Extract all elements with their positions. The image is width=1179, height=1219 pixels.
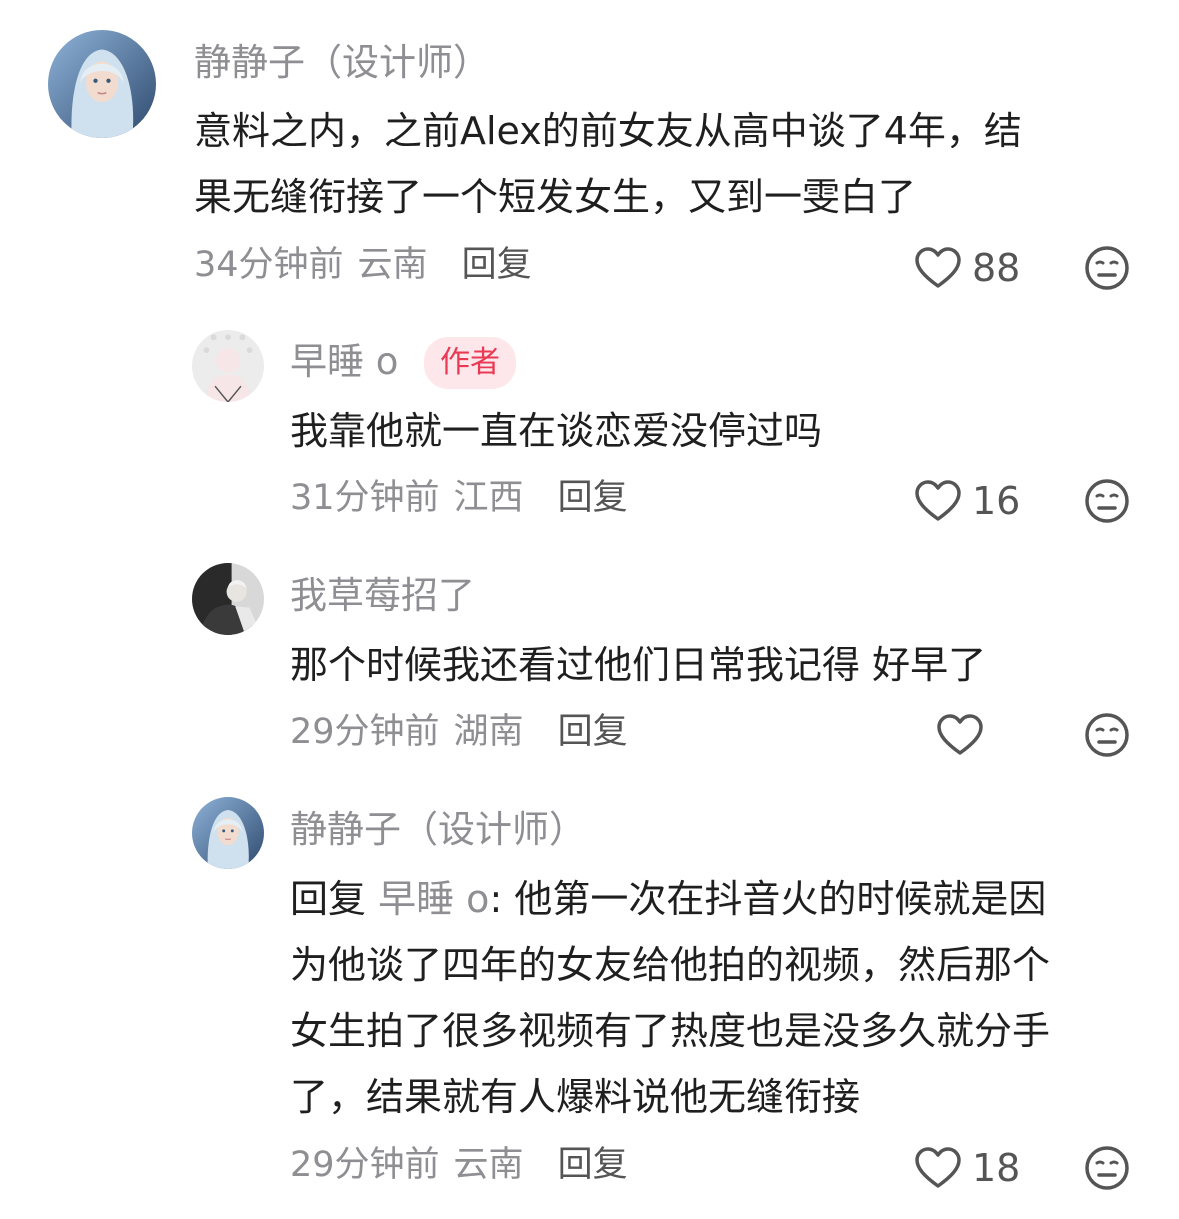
comment-line: 回复 早睡 o: 他第一次在抖音火的时候就是因 bbox=[290, 866, 1150, 932]
heart-outline-icon bbox=[937, 714, 983, 755]
like-button[interactable]: 88 bbox=[914, 243, 1020, 293]
heart-outline-icon bbox=[915, 247, 961, 288]
like-button[interactable]: 16 bbox=[914, 476, 1020, 526]
timestamp: 34分钟前 bbox=[194, 245, 344, 285]
reply-button[interactable]: 回复 bbox=[462, 245, 532, 285]
comment-line: 了，结果就有人爆料说他无缝衔接 bbox=[290, 1075, 861, 1119]
like-button[interactable] bbox=[936, 710, 994, 760]
dislike-button[interactable] bbox=[1084, 245, 1130, 291]
meh-face-icon bbox=[1085, 479, 1129, 523]
comment-line: 意料之内，之前Alex的前女友从高中谈了4年，结 bbox=[194, 109, 1022, 153]
avatar[interactable] bbox=[48, 30, 156, 138]
comment-line: 女生拍了很多视频有了热度也是没多久就分手 bbox=[290, 1009, 1051, 1053]
comment-line: 果无缝衔接了一个短发女生，又到一雯白了 bbox=[194, 175, 917, 219]
like-count: 88 bbox=[972, 246, 1021, 290]
meh-face-icon bbox=[1085, 713, 1129, 757]
comment-line: 那个时候我还看过他们日常我记得 好早了 bbox=[290, 643, 987, 687]
comment-meta: 29分钟前 云南 回复 bbox=[290, 1148, 628, 1183]
heart-outline-icon bbox=[915, 1147, 961, 1188]
meh-face-icon bbox=[1085, 1146, 1129, 1190]
comment-text: 那个时候我还看过他们日常我记得 好早了 bbox=[290, 632, 1140, 698]
username[interactable]: 静静子（设计师） bbox=[290, 811, 586, 848]
avatar[interactable] bbox=[192, 563, 264, 635]
comment-meta: 31分钟前 江西 回复 bbox=[290, 481, 628, 516]
author-badge: 作者 bbox=[424, 337, 516, 389]
comment-meta: 29分钟前 湖南 回复 bbox=[290, 715, 628, 750]
location: 湖南 bbox=[453, 712, 524, 752]
avatar[interactable] bbox=[192, 330, 264, 402]
reply-button[interactable]: 回复 bbox=[558, 712, 628, 752]
timestamp: 31分钟前 bbox=[290, 478, 440, 518]
location: 江西 bbox=[453, 478, 524, 518]
comment-text: 回复 早睡 o: 他第一次在抖音火的时候就是因 为他谈了四年的女友给他拍的视频，… bbox=[290, 866, 1150, 1130]
comment-text: 意料之内，之前Alex的前女友从高中谈了4年，结 果无缝衔接了一个短发女生，又到… bbox=[194, 98, 1134, 230]
like-button[interactable]: 18 bbox=[914, 1143, 1020, 1193]
username[interactable]: 我草莓招了 bbox=[290, 577, 475, 614]
dislike-button[interactable] bbox=[1084, 478, 1130, 524]
like-count: 16 bbox=[972, 479, 1021, 523]
comment-line: 我靠他就一直在谈恋爱没停过吗 bbox=[290, 409, 823, 453]
comment-text: 我靠他就一直在谈恋爱没停过吗 bbox=[290, 398, 1140, 464]
meh-face-icon bbox=[1085, 246, 1129, 290]
username[interactable]: 静静子（设计师） bbox=[194, 44, 490, 81]
location: 云南 bbox=[453, 1145, 524, 1185]
timestamp: 29分钟前 bbox=[290, 712, 440, 752]
heart-outline-icon bbox=[915, 480, 961, 521]
reply-button[interactable]: 回复 bbox=[558, 1145, 628, 1185]
comment-line-text: : 他第一次在抖音火的时候就是因 bbox=[489, 877, 1047, 921]
avatar[interactable] bbox=[192, 797, 264, 869]
dislike-button[interactable] bbox=[1084, 712, 1130, 758]
like-count: 18 bbox=[972, 1146, 1021, 1190]
location: 云南 bbox=[357, 245, 428, 285]
reply-target-username[interactable]: 早睡 o bbox=[378, 877, 489, 921]
reply-prefix: 回复 bbox=[290, 877, 379, 921]
dislike-button[interactable] bbox=[1084, 1145, 1130, 1191]
reply-button[interactable]: 回复 bbox=[558, 478, 628, 518]
username[interactable]: 早睡 o bbox=[290, 343, 398, 380]
comment-line: 为他谈了四年的女友给他拍的视频，然后那个 bbox=[290, 943, 1051, 987]
timestamp: 29分钟前 bbox=[290, 1145, 440, 1185]
comment-meta: 34分钟前 云南 回复 bbox=[194, 248, 532, 283]
